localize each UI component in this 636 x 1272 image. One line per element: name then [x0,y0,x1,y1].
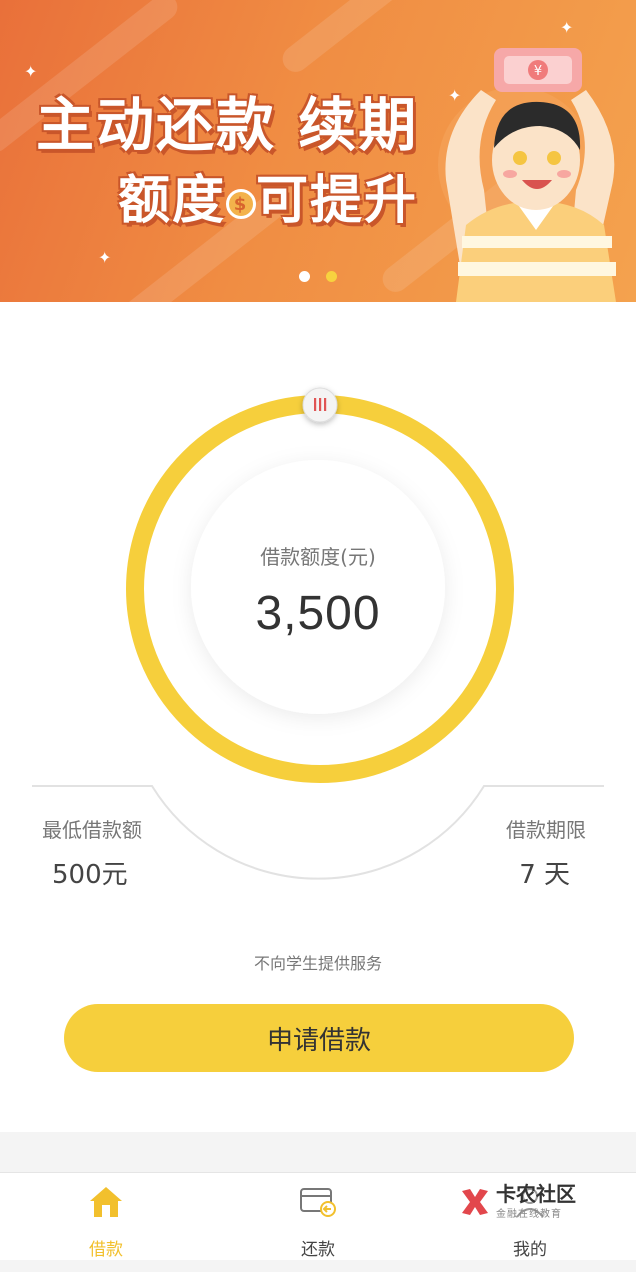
carousel-dot[interactable] [326,271,337,282]
banner-subheadline-part: 可提升 [256,171,419,231]
carousel-dots[interactable] [0,271,636,282]
loan-term-label: 借款期限 [506,818,586,842]
banner-subheadline-part: 额度 [118,171,227,231]
banner-subheadline: 额度 $ 可提升 [118,158,418,233]
min-amount-label: 最低借款额 [42,818,142,842]
banner-headline: 主动还款 续期 [36,91,419,159]
tab-repay-label: 还款 [301,1240,335,1260]
gauge-slider-handle [302,387,338,423]
loan-term-value: 7 天 [519,860,570,890]
watermark-logo: 卡农社区 金融在线教育 [458,1183,576,1220]
tab-repay[interactable]: 还款 [212,1173,424,1260]
student-notice: 不向学生提供服务 [253,954,382,973]
amount-value: 3,500 [255,587,381,640]
repay-card-icon [298,1183,338,1221]
home-indicator-area [0,1260,636,1272]
loan-amount-gauge: 借款额度(元) 3,500 最低借款额 500元 借款期限 7 天 [0,300,636,900]
home-icon [86,1183,126,1221]
section-divider [0,1132,636,1172]
watermark-x-icon [462,1188,488,1215]
tab-loan-label: 借款 [89,1240,123,1260]
watermark-title: 卡农社区 [496,1182,576,1206]
promo-banner[interactable]: ✦ ✦ ✦ ✦ 主动还款 续期 额度 $ 可提升 ¥ [0,0,636,302]
apply-loan-button[interactable]: 申请借款 [64,1004,574,1072]
carousel-dot-active[interactable] [299,271,310,282]
person-holding-cash-illustration: ¥ [438,48,616,302]
coin-icon: $ [226,189,257,219]
amount-label: 借款额度(元) [260,545,376,569]
sparkle-icon: ✦ [98,248,112,267]
tab-loan[interactable]: 借款 [0,1173,212,1260]
min-amount-value: 500元 [52,860,128,890]
watermark-subtitle: 金融在线教育 [496,1209,562,1220]
tab-mine-label: 我的 [513,1240,547,1260]
svg-text:¥: ¥ [534,64,542,79]
